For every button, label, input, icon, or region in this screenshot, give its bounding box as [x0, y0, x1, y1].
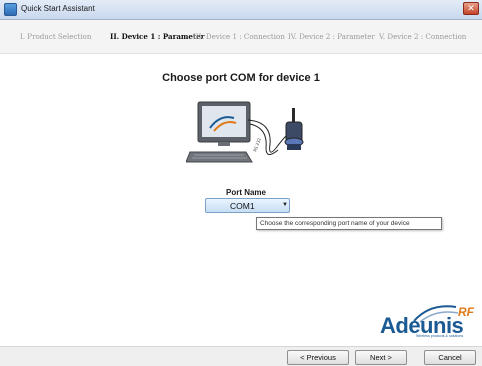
computer-device-illustration: RS 232 — [186, 101, 304, 163]
adeunis-logo: Adeunis RF Wireless products & solutions — [380, 305, 480, 341]
step-product-selection: I. Product Selection — [20, 32, 92, 41]
wizard-steps: I. Product Selection II. Device 1 : Para… — [0, 20, 482, 54]
app-icon — [4, 3, 17, 16]
cancel-button[interactable]: Cancel — [424, 350, 476, 365]
previous-button[interactable]: < Previous — [287, 350, 349, 365]
port-name-tooltip: Choose the corresponding port name of yo… — [256, 217, 442, 230]
window-title: Quick Start Assistant — [21, 4, 95, 13]
page-title: Choose port COM for device 1 — [162, 72, 320, 84]
port-name-value: COM1 — [230, 201, 255, 211]
next-button[interactable]: Next > — [355, 350, 407, 365]
title-bar: Quick Start Assistant ✕ — [0, 0, 482, 20]
step-device1-parameter: II. Device 1 : Parameter — [110, 32, 205, 41]
logo-tagline: Wireless products & solutions — [416, 334, 464, 338]
step-device2-connection: V. Device 2 : Connection — [379, 32, 467, 41]
port-name-select[interactable]: COM1 ▼ — [205, 198, 290, 213]
logo-rf: RF — [458, 305, 474, 319]
chevron-down-icon: ▼ — [282, 202, 288, 208]
step-device1-connection: III. Device 1 : Connection — [193, 32, 285, 41]
footer-bar: < Previous Next > Cancel — [0, 346, 482, 366]
cable-label: RS 232 — [252, 137, 262, 153]
step-device2-parameter: IV. Device 2 : Parameter — [288, 32, 375, 41]
close-button[interactable]: ✕ — [463, 2, 479, 15]
port-name-label: Port Name — [225, 188, 266, 197]
